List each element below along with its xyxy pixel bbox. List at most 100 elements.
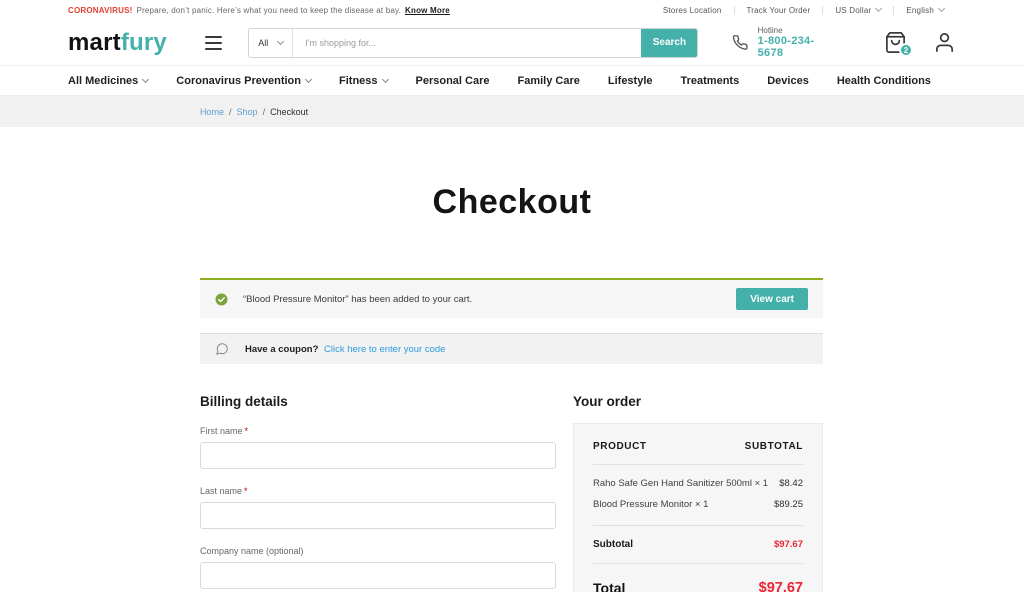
order-item-row: Blood Pressure Monitor × 1 $89.25 xyxy=(593,494,803,515)
nav-personal-care[interactable]: Personal Care xyxy=(416,75,490,87)
coupon-question: Have a coupon? xyxy=(245,344,318,355)
required-mark: * xyxy=(244,486,248,496)
item-name: Raho Safe Gen Hand Sanitizer 500ml × 1 xyxy=(593,478,768,489)
product-column-header: PRODUCT xyxy=(593,441,647,452)
track-order-link[interactable]: Track Your Order xyxy=(734,6,823,15)
nav-all-medicines[interactable]: All Medicines xyxy=(68,75,148,87)
added-to-cart-alert: “Blood Pressure Monitor” has been added … xyxy=(200,278,823,318)
subtotal-column-header: SUBTOTAL xyxy=(745,441,803,452)
nav-label: Fitness xyxy=(339,75,378,87)
nav-treatments[interactable]: Treatments xyxy=(681,75,740,87)
item-qty: × 1 xyxy=(755,478,768,489)
header: martfury All Search Hotline 1-800-234-56… xyxy=(0,20,1024,66)
billing-title: Billing details xyxy=(200,394,556,409)
topbar-links: Stores Location Track Your Order US Doll… xyxy=(651,6,956,15)
item-name: Blood Pressure Monitor × 1 xyxy=(593,499,708,510)
notice-text: Prepare, don’t panic. Here’s what you ne… xyxy=(136,6,401,15)
nav-label: All Medicines xyxy=(68,75,138,87)
breadcrumb-home[interactable]: Home xyxy=(200,107,224,117)
breadcrumb: Home Shop Checkout xyxy=(0,96,1024,127)
main-nav: All Medicines Coronavirus Prevention Fit… xyxy=(0,66,1024,96)
search-input[interactable] xyxy=(293,29,641,57)
currency-selector[interactable]: US Dollar xyxy=(822,6,893,15)
order-table-header: PRODUCT SUBTOTAL xyxy=(593,424,803,465)
chevron-down-icon xyxy=(875,5,882,12)
nav-health-conditions[interactable]: Health Conditions xyxy=(837,75,931,87)
order-title: Your order xyxy=(573,394,823,409)
stores-location-link[interactable]: Stores Location xyxy=(651,6,734,15)
chevron-down-icon xyxy=(938,5,945,12)
item-subtotal: $89.25 xyxy=(774,499,803,510)
last-name-label: Last name* xyxy=(200,486,556,496)
order-items: Raho Safe Gen Hand Sanitizer 500ml × 1 $… xyxy=(593,465,803,526)
message-bubble-icon xyxy=(215,342,229,356)
label-text: Last name xyxy=(200,486,242,496)
currency-label: US Dollar xyxy=(835,6,871,15)
item-title: Raho Safe Gen Hand Sanitizer 500ml xyxy=(593,478,752,489)
company-name-input[interactable] xyxy=(200,562,556,589)
page-title: Checkout xyxy=(0,183,1024,222)
your-order-section: Your order PRODUCT SUBTOTAL Raho Safe Ge… xyxy=(573,394,823,592)
first-name-input[interactable] xyxy=(200,442,556,469)
chevron-down-icon xyxy=(381,75,388,82)
subtotal-label: Subtotal xyxy=(593,539,633,550)
total-row: Total $97.67 xyxy=(593,564,803,592)
check-circle-icon xyxy=(215,293,228,306)
phone-icon xyxy=(732,33,748,52)
know-more-link[interactable]: Know More xyxy=(405,6,450,15)
coupon-link[interactable]: Click here to enter your code xyxy=(324,344,445,355)
total-value: $97.67 xyxy=(759,580,803,592)
coupon-notice: Have a coupon? Click here to enter your … xyxy=(200,333,823,364)
billing-details-section: Billing details First name* Last name* C… xyxy=(200,394,556,592)
topbar: CORONAVIRUS! Prepare, don’t panic. Here’… xyxy=(0,0,1024,20)
checkout-container: “Blood Pressure Monitor” has been added … xyxy=(200,278,823,592)
label-text: First name xyxy=(200,426,243,436)
breadcrumb-shop[interactable]: Shop xyxy=(237,107,258,117)
order-summary-panel: PRODUCT SUBTOTAL Raho Safe Gen Hand Sani… xyxy=(573,423,823,592)
user-icon xyxy=(933,31,956,54)
cart-count-badge: 2 xyxy=(899,43,913,57)
logo-part-fury: fury xyxy=(121,29,167,56)
nav-family-care[interactable]: Family Care xyxy=(518,75,580,87)
view-cart-button[interactable]: View cart xyxy=(736,288,808,310)
hotline: Hotline 1-800-234-5678 xyxy=(732,26,828,59)
chevron-down-icon xyxy=(142,75,149,82)
nav-coronavirus-prevention[interactable]: Coronavirus Prevention xyxy=(176,75,311,87)
chevron-down-icon xyxy=(277,37,284,44)
item-qty: × 1 xyxy=(695,499,708,510)
nav-label: Coronavirus Prevention xyxy=(176,75,301,87)
hotline-label: Hotline xyxy=(758,26,828,35)
breadcrumb-separator xyxy=(224,107,237,117)
nav-fitness[interactable]: Fitness xyxy=(339,75,388,87)
coupon-text: Have a coupon? Click here to enter your … xyxy=(245,344,445,355)
menu-icon[interactable] xyxy=(205,32,222,54)
cart-button[interactable]: 2 xyxy=(884,31,907,54)
logo[interactable]: martfury xyxy=(68,29,167,57)
account-button[interactable] xyxy=(933,31,956,54)
language-label: English xyxy=(906,6,934,15)
field-last-name: Last name* xyxy=(200,486,556,529)
search-category-dropdown[interactable]: All xyxy=(249,29,293,57)
breadcrumb-separator xyxy=(258,107,271,117)
item-subtotal: $8.42 xyxy=(779,478,803,489)
required-mark: * xyxy=(245,426,249,436)
first-name-label: First name* xyxy=(200,426,556,436)
company-name-label: Company name (optional) xyxy=(200,546,556,556)
alert-message: “Blood Pressure Monitor” has been added … xyxy=(243,294,736,305)
total-label: Total xyxy=(593,580,625,592)
last-name-input[interactable] xyxy=(200,502,556,529)
language-selector[interactable]: English xyxy=(893,6,956,15)
breadcrumb-current: Checkout xyxy=(270,107,308,117)
coronavirus-notice: CORONAVIRUS! Prepare, don’t panic. Here’… xyxy=(68,6,450,15)
search-category-label: All xyxy=(258,38,268,48)
hotline-number[interactable]: 1-800-234-5678 xyxy=(758,35,828,59)
subtotal-value: $97.67 xyxy=(774,539,803,550)
nav-lifestyle[interactable]: Lifestyle xyxy=(608,75,653,87)
field-first-name: First name* xyxy=(200,426,556,469)
order-item-row: Raho Safe Gen Hand Sanitizer 500ml × 1 $… xyxy=(593,473,803,494)
logo-part-mart: mart xyxy=(68,29,121,56)
nav-devices[interactable]: Devices xyxy=(767,75,809,87)
search-button[interactable]: Search xyxy=(641,29,697,57)
chevron-down-icon xyxy=(305,75,312,82)
search-bar: All Search xyxy=(248,28,698,58)
